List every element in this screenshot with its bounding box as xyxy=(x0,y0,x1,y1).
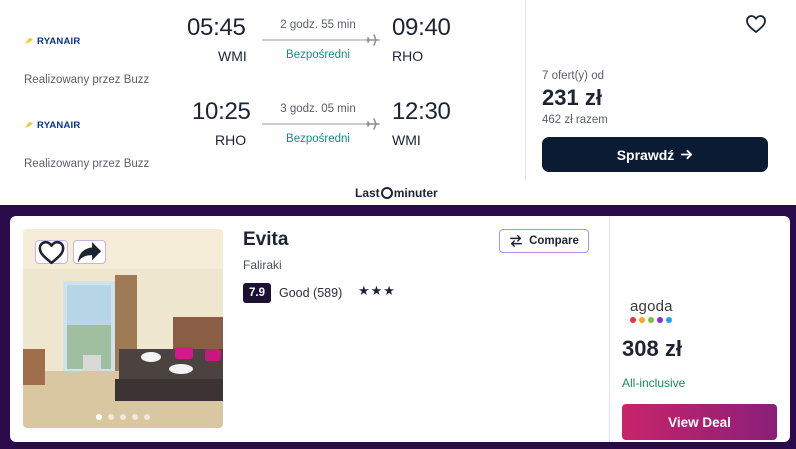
stops-label: Bezpośredni xyxy=(286,49,350,61)
plane-icon xyxy=(366,118,380,130)
provider-logo-lastminute: Last minuter xyxy=(355,186,438,200)
carousel-dot[interactable] xyxy=(132,414,138,420)
card-divider xyxy=(525,0,526,180)
favorite-button[interactable] xyxy=(744,12,768,36)
flight-total-price: 462 zł razem xyxy=(542,114,608,126)
check-button-label: Sprawdź xyxy=(616,146,675,163)
hotel-price: 308 zł xyxy=(622,336,682,361)
flight-leg-return: RYANAIR Realizowany przez Buzz 10:25 RHO… xyxy=(0,84,525,170)
view-deal-button[interactable]: View Deal xyxy=(622,404,777,440)
airline-name: RYANAIR xyxy=(37,119,81,131)
compare-arrows-icon xyxy=(510,235,523,247)
departure-time: 05:45 xyxy=(187,14,246,41)
flight-price: 231 zł xyxy=(542,85,602,110)
clock-icon xyxy=(380,187,393,199)
board-type: All-inclusive xyxy=(622,376,686,390)
hotel-result-card[interactable]: Evita Faliraki 7.9 Good (589) ★★★ Compar… xyxy=(10,216,790,442)
save-hotel-button[interactable] xyxy=(35,240,68,264)
hotel-photo[interactable] xyxy=(23,229,223,428)
arrival-time: 12:30 xyxy=(392,98,451,125)
photo-carousel-dots xyxy=(23,414,223,420)
flight-duration: 3 godz. 05 min xyxy=(280,103,356,115)
agoda-logo: agoda xyxy=(630,298,690,323)
rating-text: Good (589) xyxy=(279,286,343,300)
arrival-airport: RHO xyxy=(392,48,424,64)
hotel-location: Faliraki xyxy=(243,258,282,272)
arrival-airport: WMI xyxy=(392,132,421,148)
arrow-right-icon xyxy=(681,149,693,160)
hotel-section: Evita Faliraki 7.9 Good (589) ★★★ Compar… xyxy=(0,205,796,449)
flight-duration: 2 godz. 55 min xyxy=(280,19,356,31)
airline-logo: RYANAIR xyxy=(24,34,80,48)
compare-button[interactable]: Compare xyxy=(499,229,589,253)
route-line xyxy=(262,123,370,125)
share-hotel-button[interactable] xyxy=(73,240,106,264)
airline-name: RYANAIR xyxy=(37,35,81,47)
rating-score: 7.9 xyxy=(243,283,271,303)
departure-time: 10:25 xyxy=(192,98,251,125)
stops-label: Bezpośredni xyxy=(286,133,350,145)
share-arrow-icon xyxy=(77,241,102,263)
departure-airport: RHO xyxy=(215,132,247,148)
heart-icon xyxy=(746,15,766,33)
carousel-dot[interactable] xyxy=(144,414,150,420)
carousel-dot[interactable] xyxy=(108,414,114,420)
departure-airport: WMI xyxy=(218,48,247,64)
compare-label: Compare xyxy=(529,235,579,247)
operated-by: Realizowany przez Buzz xyxy=(24,158,150,170)
star-rating: ★★★ xyxy=(358,283,396,298)
carousel-dot[interactable] xyxy=(120,414,126,420)
flight-result-card: RYANAIR Realizowany przez Buzz 05:45 WMI… xyxy=(0,0,796,180)
offers-count: 7 ofert(y) od xyxy=(542,70,604,82)
hotel-card-divider xyxy=(609,216,610,442)
harp-icon xyxy=(25,122,33,128)
harp-icon xyxy=(25,38,33,44)
hotel-name[interactable]: Evita xyxy=(243,229,288,251)
carousel-dot[interactable] xyxy=(96,414,102,420)
agoda-wordmark: agoda xyxy=(630,298,673,315)
flight-leg-outbound: RYANAIR Realizowany przez Buzz 05:45 WMI… xyxy=(0,0,525,86)
check-button[interactable]: Sprawdź xyxy=(542,137,768,172)
plane-icon xyxy=(366,34,380,46)
heart-icon xyxy=(38,240,65,264)
airline-logo: RYANAIR xyxy=(24,118,80,132)
agoda-dots xyxy=(630,317,690,323)
route-line xyxy=(262,39,370,41)
arrival-time: 09:40 xyxy=(392,14,451,41)
